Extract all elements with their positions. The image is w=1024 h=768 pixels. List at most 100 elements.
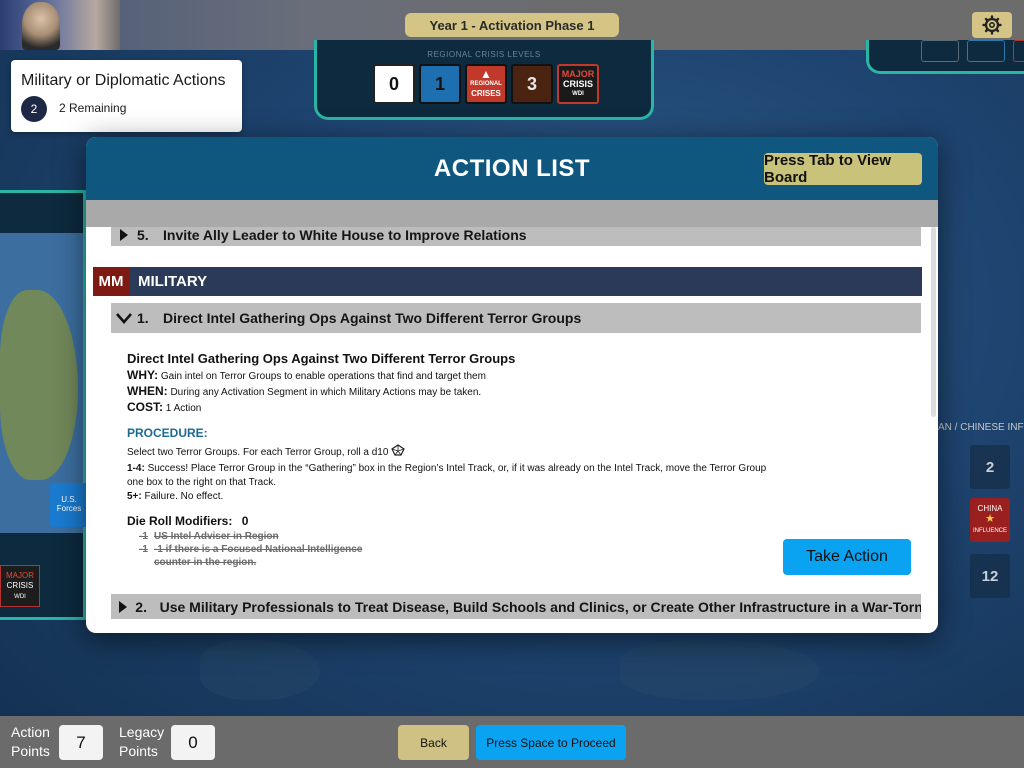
take-action-button[interactable]: Take Action [783, 539, 911, 575]
action-type-title: Military or Diplomatic Actions [21, 72, 226, 89]
crisis-box-regional: ▲ REGIONAL CRISES [465, 64, 507, 104]
legacy-points-label: Legacy Points [119, 723, 164, 761]
category-name: MILITARY [138, 273, 208, 290]
settings-button[interactable] [972, 12, 1012, 38]
left-crisis-bottom: WDI [14, 594, 26, 600]
proceed-button[interactable]: Press Space to Proceed [476, 725, 626, 760]
action-type-card: Military or Diplomatic Actions 2 2 Remai… [11, 60, 242, 132]
chevron-down-icon [111, 312, 137, 324]
detail-cost: COST: 1 Action [127, 400, 767, 414]
crisis-icon: ▲ [480, 67, 492, 81]
top-right-track [866, 40, 1024, 74]
crisis-box-0-label: 0 [388, 73, 399, 94]
crisis-box-1-label: 1 [434, 73, 445, 94]
when-key: WHEN: [127, 384, 168, 398]
left-crisis-marker: MAJOR CRISIS WDI [0, 565, 40, 607]
chevron-right-icon [111, 228, 137, 242]
crisis-box-1: 1 [419, 64, 461, 104]
left-crisis-top: MAJOR [6, 571, 34, 580]
action-item-label: Use Military Professionals to Treat Dise… [159, 598, 921, 615]
action-points-value: 7 [59, 725, 103, 760]
china-bottom: INFLUENCE [972, 528, 1007, 534]
procedure-result-failure: 5+: Failure. No effect. [127, 490, 767, 504]
modifier-2-text: -1 if there is a Focused National Intell… [154, 544, 363, 568]
chevron-right-icon [111, 600, 135, 614]
modifier-1-text: US Intel Adviser in Region [154, 531, 279, 542]
track-box [1013, 40, 1024, 62]
us-forces-token[interactable]: U.S. Forces [50, 483, 88, 527]
crisis-box-3-label: 3 [526, 73, 537, 94]
actions-remaining-text: 2 Remaining [59, 101, 127, 115]
bottom-bar: Action Points 7 Legacy Points 0 Back Pre… [0, 716, 1024, 768]
action-list-scrollbar[interactable] [931, 227, 936, 417]
result-failure-key: 5+: [127, 491, 142, 502]
crisis-box-regional-bottom: CRISES [471, 89, 501, 98]
president-portrait [0, 0, 120, 50]
action-item-number: 5. [137, 227, 149, 243]
category-header-military: MM MILITARY [93, 267, 922, 296]
left-crisis-mid: CRISIS [6, 581, 34, 590]
why-text: Gain intel on Terror Groups to enable op… [160, 371, 486, 382]
year-phase-indicator: Year 1 - Activation Phase 1 [405, 13, 619, 37]
map-landmass [200, 640, 320, 700]
modal-subheader-band [86, 200, 938, 227]
china-star-icon: ★ [985, 513, 995, 525]
result-success-text: Success! Place Terror Group in the “Gath… [127, 463, 767, 488]
action-points-label-1: Action [11, 724, 50, 740]
action-item-number: 1. [137, 310, 149, 326]
action-item-military-1[interactable]: 1. Direct Intel Gathering Ops Against Tw… [111, 303, 921, 333]
legacy-points-label-2: Points [119, 743, 158, 759]
crisis-box-major-bottom: WDI [572, 91, 584, 97]
us-forces-bottom: Forces [56, 504, 82, 513]
why-key: WHY: [127, 368, 159, 382]
action-list-modal: ACTION LIST Press Tab to View Board 5. I… [86, 137, 938, 633]
view-board-button[interactable]: Press Tab to View Board [764, 152, 922, 186]
when-text: During any Activation Segment in which M… [170, 387, 482, 398]
influence-track-label: AN / CHINESE INFLU [938, 422, 1024, 433]
detail-why: WHY: Gain intel on Terror Groups to enab… [127, 368, 767, 382]
result-failure-text: Failure. No effect. [144, 491, 224, 502]
category-code: MM [93, 267, 129, 296]
influence-cell: 12 [970, 554, 1010, 598]
detail-title: Direct Intel Gathering Ops Against Two D… [127, 351, 516, 366]
influence-cell-value: 2 [985, 458, 995, 476]
crisis-box-3: 3 [511, 64, 553, 104]
modifiers-label: Die Roll Modifiers: [127, 514, 233, 528]
action-item-label: Direct Intel Gathering Ops Against Two D… [163, 310, 582, 326]
action-item-number: 2. [135, 598, 147, 615]
us-forces-top: U.S. [61, 495, 77, 504]
cost-text: 1 Action [165, 403, 202, 414]
crisis-box-major-mid: CRISIS [562, 79, 593, 89]
action-item-diplomatic-5[interactable]: 5. Invite Ally Leader to White House to … [111, 227, 921, 246]
cost-key: COST: [127, 400, 163, 414]
modifier-1-value: -1 [139, 531, 148, 542]
gear-icon [982, 15, 1002, 35]
action-list[interactable]: 5. Invite Ally Leader to White House to … [86, 227, 938, 633]
detail-when: WHEN: During any Activation Segment in w… [127, 384, 767, 398]
legacy-points-value: 0 [171, 725, 215, 760]
crisis-box-0: 0 [373, 64, 415, 104]
action-points-label: Action Points [11, 723, 50, 761]
modifier-1: -1 US Intel Adviser in Region [139, 530, 767, 543]
procedure-intro-text: Select two Terror Groups. For each Terro… [127, 447, 389, 458]
result-success-key: 1-4: [127, 463, 145, 474]
influence-cell-value: 12 [981, 567, 999, 585]
procedure-intro: Select two Terror Groups. For each Terro… [127, 444, 767, 460]
action-item-military-2[interactable]: 2. Use Military Professionals to Treat D… [111, 594, 921, 619]
track-box [967, 40, 1005, 62]
action-item-label: Invite Ally Leader to White House to Imp… [163, 227, 527, 243]
china-influence-marker[interactable]: CHINA ★ INFLUENCE [970, 498, 1010, 542]
action-points-label-2: Points [11, 743, 50, 759]
procedure-result-success: 1-4: Success! Place Terror Group in the … [127, 462, 767, 490]
crisis-box-regional-top: REGIONAL [470, 81, 502, 87]
map-landmass [620, 640, 820, 700]
back-button[interactable]: Back [398, 725, 469, 760]
legacy-points-label-1: Legacy [119, 724, 165, 740]
actions-remaining-badge: 2 [21, 96, 47, 122]
crisis-track-caption: REGIONAL CRISIS LEVELS [427, 50, 541, 59]
regional-crisis-track: REGIONAL CRISIS LEVELS 0 1 ▲ REGIONAL CR… [314, 40, 654, 120]
crisis-box-major: MAJOR CRISIS WDI [557, 64, 599, 104]
modifier-2: -1 -1 if there is a Focused National Int… [139, 543, 767, 569]
china-top: CHINA [977, 504, 1003, 513]
track-box [921, 40, 959, 62]
